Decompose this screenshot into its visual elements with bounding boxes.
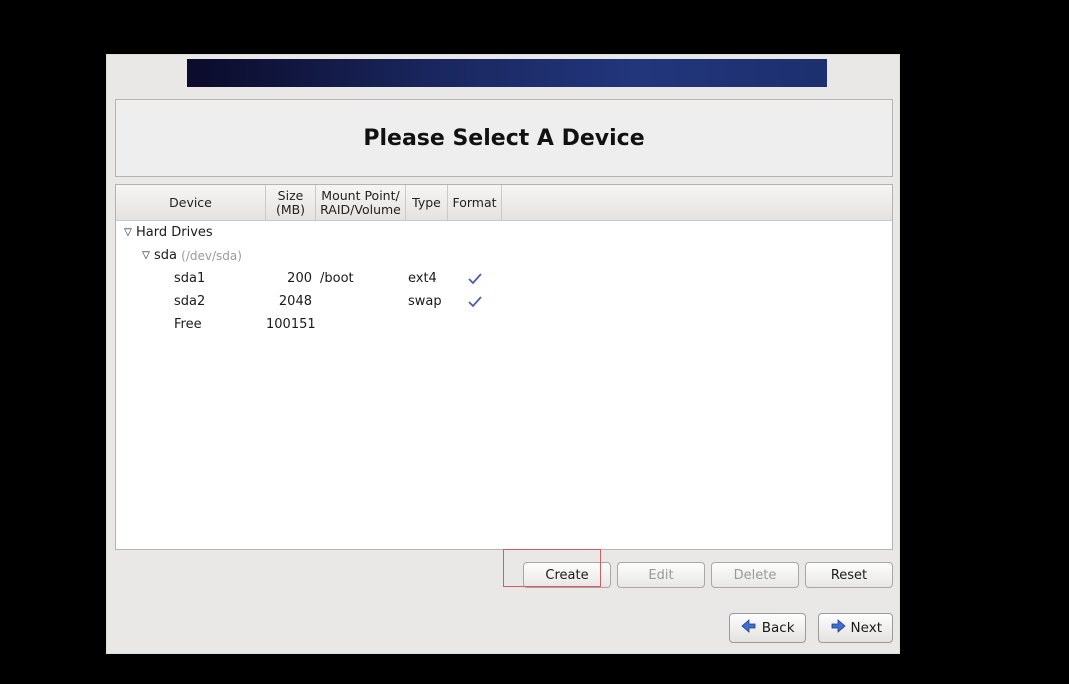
partition-row-free[interactable]: Free 100151 (116, 313, 892, 336)
next-button[interactable]: Next (818, 613, 893, 643)
part-size: 200 (266, 271, 316, 286)
disk-path: (/dev/sda) (181, 249, 242, 263)
disk-name: sda (154, 248, 177, 263)
page-title: Please Select A Device (363, 126, 644, 151)
next-label: Next (851, 620, 882, 636)
part-device: sda1 (174, 271, 205, 286)
arrow-right-icon (829, 619, 847, 637)
nav-buttons: Back Next (115, 608, 893, 648)
tree-disk-sda[interactable]: ▽ sda (/dev/sda) (116, 244, 892, 267)
header-banner (187, 59, 827, 87)
partition-row[interactable]: sda1 200 /boot ext4 (116, 267, 892, 290)
part-type: swap (406, 294, 448, 309)
col-header-mount[interactable]: Mount Point/ RAID/Volume (316, 185, 406, 220)
part-size: 100151 (266, 317, 316, 332)
col-header-device[interactable]: Device (116, 185, 266, 220)
check-icon (467, 272, 483, 286)
part-device: sda2 (174, 294, 205, 309)
part-size: 2048 (266, 294, 316, 309)
table-header: Device Size (MB) Mount Point/ RAID/Volum… (116, 185, 892, 221)
installer-window: Please Select A Device Device Size (MB) … (106, 54, 900, 654)
tree-root-hard-drives[interactable]: ▽ Hard Drives (116, 221, 892, 244)
col-header-size[interactable]: Size (MB) (266, 185, 316, 220)
delete-button[interactable]: Delete (711, 562, 799, 588)
back-button[interactable]: Back (729, 613, 806, 643)
expander-icon[interactable]: ▽ (140, 251, 152, 261)
col-header-rest (502, 185, 892, 220)
arrow-left-icon (740, 619, 758, 637)
edit-button[interactable]: Edit (617, 562, 705, 588)
back-label: Back (762, 620, 795, 636)
partition-row[interactable]: sda2 2048 swap (116, 290, 892, 313)
part-format (448, 295, 502, 309)
col-header-format[interactable]: Format (448, 185, 502, 220)
action-buttons: Create Edit Delete Reset (115, 555, 893, 595)
part-type: ext4 (406, 271, 448, 286)
create-button[interactable]: Create (523, 562, 611, 588)
part-format (448, 272, 502, 286)
partition-table: Device Size (MB) Mount Point/ RAID/Volum… (115, 184, 893, 550)
table-body: ▽ Hard Drives ▽ sda (/dev/sda) sda1 200 … (116, 221, 892, 336)
expander-icon[interactable]: ▽ (122, 228, 134, 238)
col-header-type[interactable]: Type (406, 185, 448, 220)
check-icon (467, 295, 483, 309)
part-device: Free (174, 317, 202, 332)
tree-label: Hard Drives (136, 225, 213, 240)
part-mount: /boot (316, 271, 406, 286)
reset-button[interactable]: Reset (805, 562, 893, 588)
title-panel: Please Select A Device (115, 99, 893, 177)
